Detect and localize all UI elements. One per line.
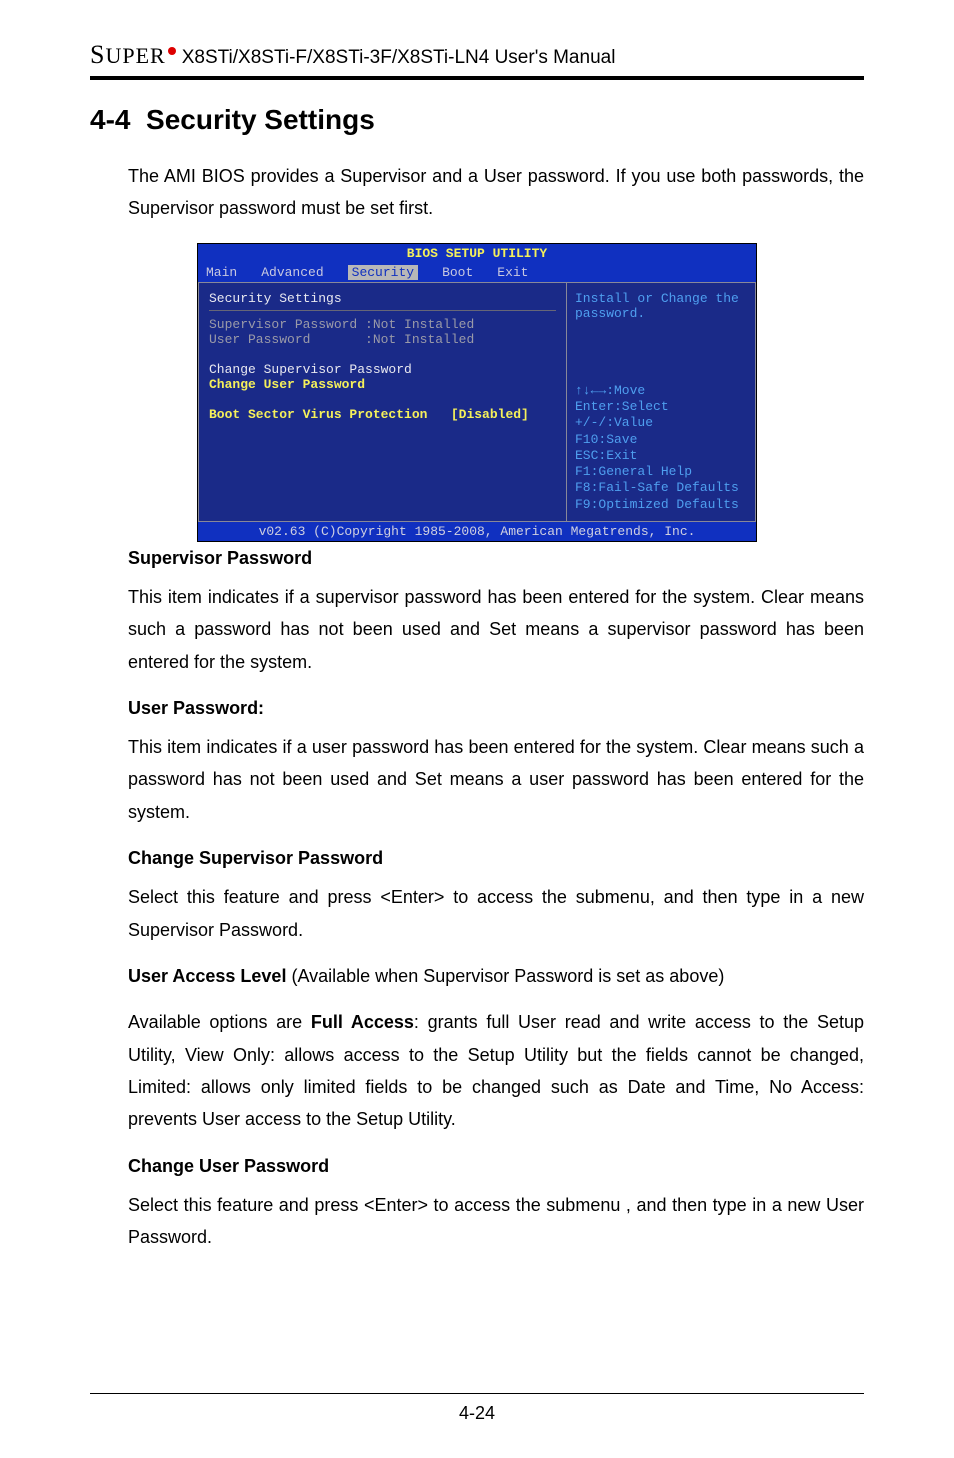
ual-label: User Access Level (128, 966, 286, 986)
brand-rest: UPER (105, 43, 165, 68)
para-change-supervisor: Select this feature and press <Enter> to… (128, 881, 864, 946)
bios-key-save: F10:Save (575, 432, 747, 448)
body-content: Supervisor Password This item indicates … (128, 548, 864, 1254)
page-number: 4-24 (0, 1403, 954, 1424)
para-user-access-level-label: User Access Level (Available when Superv… (128, 960, 864, 992)
bios-bsvp-value: [Disabled] (451, 407, 529, 422)
section-heading: 4-4 Security Settings (90, 104, 864, 136)
bios-screenshot: BIOS SETUP UTILITY Main Advanced Securit… (90, 243, 864, 542)
footer-rule (90, 1393, 864, 1394)
para-user-access-level: Available options are Full Access: grant… (128, 1006, 864, 1136)
brand-dot-icon (168, 47, 176, 55)
bios-sup-label: Supervisor Password (209, 317, 357, 332)
bios-menu-bar: Main Advanced Security Boot Exit (198, 263, 756, 282)
para-change-user: Select this feature and press <Enter> to… (128, 1189, 864, 1254)
bios-key-move: ↑↓←→:Move (575, 383, 747, 399)
bios-change-user[interactable]: Change User Password (209, 377, 556, 392)
para-supervisor-password: This item indicates if a supervisor pass… (128, 581, 864, 678)
bios-user-label: User Password (209, 332, 310, 347)
bios-menu-exit[interactable]: Exit (497, 265, 528, 280)
bios-key-failsafe: F8:Fail-Safe Defaults (575, 480, 747, 496)
section-title-text: Security Settings (146, 104, 375, 135)
bios-title: BIOS SETUP UTILITY (198, 244, 756, 263)
bios-menu-security[interactable]: Security (348, 265, 418, 280)
brand-first-letter: S (90, 40, 105, 69)
bios-right-pane: Install or Change the password. ↑↓←→:Mov… (566, 282, 756, 522)
bios-sup-row: Supervisor Password :Not Installed (209, 317, 556, 332)
bios-divider (209, 310, 556, 311)
brand-logo: SUPER (90, 40, 166, 70)
bios-key-exit: ESC:Exit (575, 448, 747, 464)
ual-bold: Full Access (311, 1012, 414, 1032)
intro-paragraph: The AMI BIOS provides a Supervisor and a… (128, 160, 864, 225)
bios-key-select: Enter:Select (575, 399, 747, 415)
bios-help-text: Install or Change the password. (575, 291, 747, 321)
para-user-password: This item indicates if a user password h… (128, 731, 864, 828)
heading-supervisor-password: Supervisor Password (128, 548, 864, 569)
manual-title: X8STi/X8STi-F/X8STi-3F/X8STi-LN4 User's … (182, 47, 616, 69)
bios-user-value: :Not Installed (365, 332, 474, 347)
ual-p1: Available options are (128, 1012, 311, 1032)
bios-menu-boot[interactable]: Boot (442, 265, 473, 280)
bios-key-value: +/-/:Value (575, 415, 747, 431)
heading-change-supervisor: Change Supervisor Password (128, 848, 864, 869)
bios-footer: v02.63 (C)Copyright 1985-2008, American … (198, 522, 756, 541)
bios-user-row: User Password :Not Installed (209, 332, 556, 347)
ual-note: (Available when Supervisor Password is s… (286, 966, 724, 986)
bios-bsvp-label: Boot Sector Virus Protection (209, 407, 427, 422)
heading-user-password: User Password: (128, 698, 864, 719)
bios-key-help: F1:General Help (575, 464, 747, 480)
bios-bsvp-row[interactable]: Boot Sector Virus Protection [Disabled] (209, 407, 556, 422)
bios-menu-main[interactable]: Main (206, 265, 237, 280)
heading-change-user: Change User Password (128, 1156, 864, 1177)
bios-key-legend: ↑↓←→:Move Enter:Select +/-/:Value F10:Sa… (575, 383, 747, 513)
bios-left-pane: Security Settings Supervisor Password :N… (198, 282, 566, 522)
bios-sup-value: :Not Installed (365, 317, 474, 332)
page-header: SUPER X8STi/X8STi-F/X8STi-3F/X8STi-LN4 U… (90, 40, 864, 80)
bios-menu-advanced[interactable]: Advanced (261, 265, 323, 280)
bios-left-heading: Security Settings (209, 291, 556, 306)
bios-change-sup[interactable]: Change Supervisor Password (209, 362, 556, 377)
section-number: 4-4 (90, 104, 130, 135)
bios-key-optimized: F9:Optimized Defaults (575, 497, 747, 513)
